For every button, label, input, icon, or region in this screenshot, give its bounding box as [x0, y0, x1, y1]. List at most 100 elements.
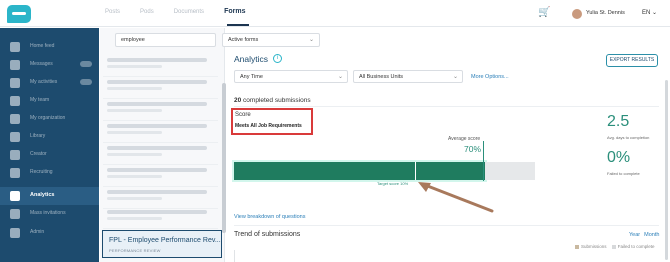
sidebar-item-admin[interactable]: Admin [0, 224, 99, 242]
trend-chart-axis [234, 250, 235, 262]
more-options-link[interactable]: More Options... [471, 74, 509, 80]
kpi-failed-label: Failed to complete [607, 171, 640, 176]
list-item[interactable] [103, 187, 218, 209]
list-item[interactable] [103, 143, 218, 165]
creator-icon [10, 150, 20, 160]
score-bar-divider [415, 162, 416, 180]
sidebar-item-label: Library [30, 133, 46, 139]
kpi-failed-value: 0% [607, 149, 631, 166]
list-scrollbar[interactable] [222, 83, 226, 233]
sidebar-item-messages[interactable]: Messages [0, 56, 99, 74]
sidebar-item-my-organization[interactable]: My organization [0, 110, 99, 128]
chevron-down-icon: ⌄ [308, 37, 314, 43]
message-icon [10, 60, 20, 70]
year-toggle[interactable]: Year [629, 232, 640, 238]
team-icon [10, 96, 20, 106]
sidebar-item-label: My activities [30, 79, 58, 85]
forms-filter-value: Active forms [228, 37, 259, 43]
sidebar-item-library[interactable]: Library [0, 128, 99, 146]
view-breakdown-link[interactable]: View breakdown of questions [234, 214, 305, 220]
kpi-days-value: 2.5 [607, 113, 630, 130]
sidebar-item-label: Admin [30, 229, 45, 235]
sidebar-item-label: My team [30, 97, 50, 103]
nav-pods[interactable]: Pods [140, 9, 154, 15]
recruiting-icon [10, 168, 20, 178]
page-title: Analytics [234, 54, 269, 64]
period-toggle: Year Month [625, 232, 659, 238]
selected-form-title: FPL - Employee Performance Rev... [109, 237, 221, 244]
sidebar-item-home-feed[interactable]: Home feed [0, 38, 99, 56]
language-selector[interactable]: EN ⌄ [642, 9, 657, 16]
score-label: Score [235, 112, 251, 118]
sidebar-item-label: My organization [30, 115, 66, 121]
list-item[interactable] [103, 55, 218, 77]
trend-legend: Submissions Failed to complete [575, 244, 655, 249]
top-bar: Posts Pods Documents Forms 🛒 Yulia St. D… [0, 0, 670, 27]
analytics-icon [10, 191, 20, 201]
month-toggle[interactable]: Month [644, 232, 659, 238]
forms-filter-select[interactable]: Active forms ⌄ [222, 33, 320, 47]
sidebar-item-label: Mass invitations [30, 210, 66, 216]
sidebar-item-label: Analytics [30, 192, 55, 198]
average-score-value: 70% [464, 144, 482, 154]
legend-swatch [611, 244, 616, 249]
list-item[interactable] [103, 99, 218, 121]
list-item[interactable] [103, 77, 218, 99]
sidebar-item-my-activities[interactable]: My activities [0, 74, 99, 92]
nav-forms[interactable]: Forms [224, 8, 245, 15]
count-badge [80, 79, 92, 85]
sidebar-item-recruiting[interactable]: Recruiting [0, 164, 99, 182]
target-score-label: Target score 10% [377, 181, 409, 186]
organization-icon [10, 114, 20, 124]
sidebar-item-creator[interactable]: Creator [0, 146, 99, 164]
completed-submissions: 20 completed submissions [234, 97, 311, 104]
sidebar-item-my-team[interactable]: My team [0, 92, 99, 110]
completed-count: 20 [234, 97, 242, 104]
divider [234, 106, 659, 107]
export-results-button[interactable]: EXPORT RESULTS [606, 54, 658, 67]
business-unit-select[interactable]: All Business Units ⌄ [353, 70, 463, 83]
sidebar-item-analytics[interactable]: Analytics [0, 187, 99, 205]
legend-swatch [575, 244, 579, 249]
legend-submissions: Submissions [581, 244, 607, 249]
business-unit-value: All Business Units [359, 74, 404, 80]
completed-text: completed submissions [243, 97, 311, 104]
activity-icon [10, 78, 20, 88]
search-input[interactable]: employee [115, 33, 216, 47]
sidebar-item-label: Recruiting [30, 169, 53, 175]
info-icon[interactable]: i [273, 54, 282, 63]
time-filter-select[interactable]: Any Time ⌄ [234, 70, 348, 83]
average-score-label: Average score [448, 136, 481, 142]
sidebar: Home feed Messages My activities My team… [0, 28, 99, 262]
chevron-down-icon: ⌄ [452, 74, 458, 80]
invitation-icon [10, 209, 20, 219]
sidebar-item-mass-invitations[interactable]: Mass invitations [0, 205, 99, 223]
score-value: Meets All Job Requirements [235, 123, 302, 129]
top-nav: Posts Pods Documents Forms [105, 8, 245, 15]
chevron-down-icon: ⌄ [652, 10, 658, 16]
sidebar-item-label: Home feed [30, 43, 55, 49]
app-logo[interactable] [7, 5, 31, 23]
home-icon [10, 42, 20, 52]
list-item[interactable] [103, 165, 218, 187]
count-badge [80, 61, 92, 67]
main-scrollbar[interactable] [665, 80, 668, 260]
score-bar-fill [234, 162, 485, 180]
list-item[interactable] [103, 207, 218, 229]
language-label: EN [642, 10, 651, 16]
sidebar-item-label: Messages [30, 61, 53, 67]
trend-title: Trend of submissions [234, 231, 301, 238]
legend-failed: Failed to complete [617, 244, 655, 249]
user-name[interactable]: Yulia St. Dennis [586, 10, 625, 16]
cart-icon[interactable]: 🛒 [538, 8, 550, 18]
nav-posts[interactable]: Posts [105, 9, 120, 15]
avatar[interactable] [572, 9, 582, 19]
selected-form-item[interactable]: FPL - Employee Performance Rev... PERFOR… [102, 230, 222, 258]
divider [234, 225, 659, 226]
list-item[interactable] [103, 121, 218, 143]
library-icon [10, 132, 20, 142]
selected-form-subtitle: PERFORMANCE REVIEW [109, 248, 161, 253]
admin-icon [10, 228, 20, 238]
active-nav-underline [227, 24, 249, 26]
nav-documents[interactable]: Documents [174, 9, 204, 15]
